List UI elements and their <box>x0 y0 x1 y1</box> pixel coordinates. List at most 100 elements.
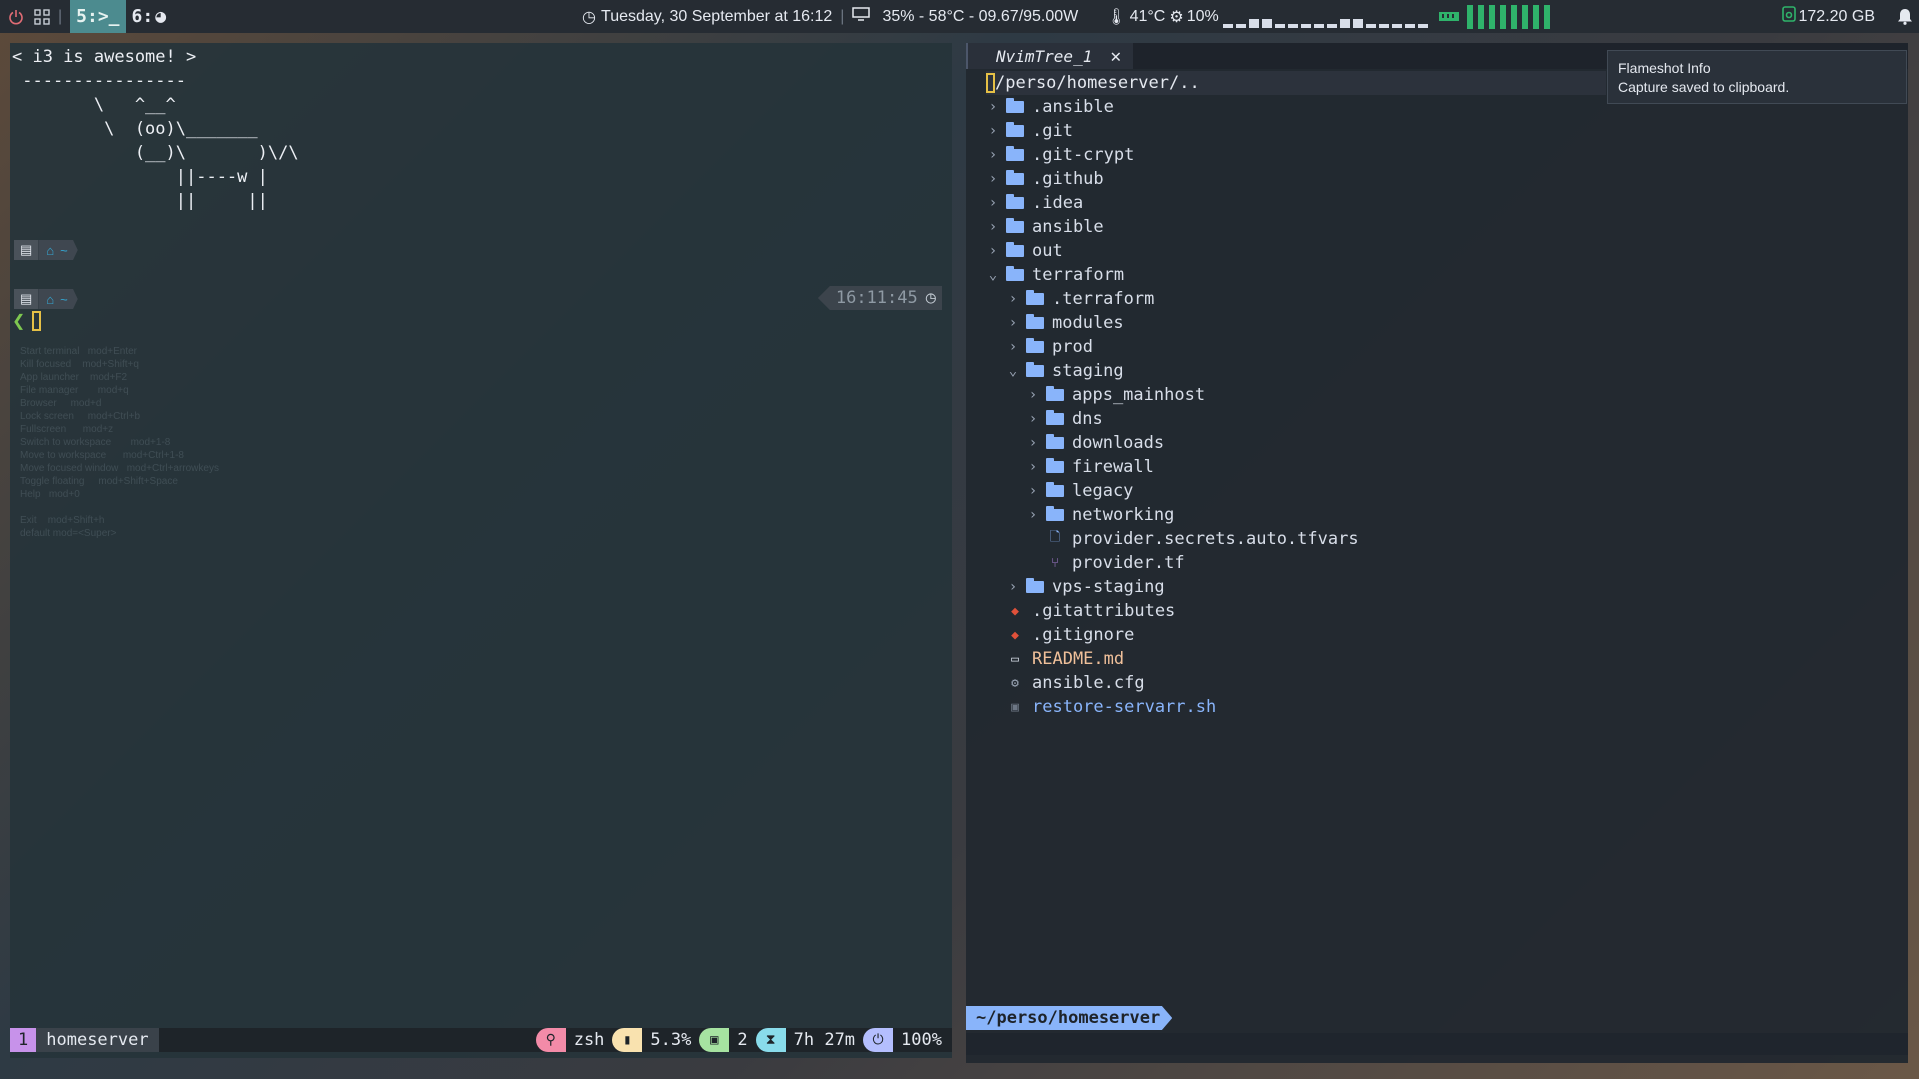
tree-item-name: .ansible <box>1032 97 1114 117</box>
tree-item-name: restore-servarr.sh <box>1032 697 1217 717</box>
clock-icon: ◷ <box>582 8 597 26</box>
tree-file[interactable]: ▣ restore-servarr.sh <box>986 695 1606 719</box>
tree-file[interactable]: ◆ .gitattributes <box>986 599 1606 623</box>
chevron-right-icon: › <box>1008 315 1018 331</box>
cpu-graph-bar <box>1326 23 1337 28</box>
tmux-session-name[interactable]: homeserver <box>36 1028 159 1052</box>
tree-item-name: provider.secrets.auto.tfvars <box>1072 529 1359 549</box>
folder-icon <box>1006 194 1024 209</box>
memory-bar <box>1510 4 1517 29</box>
tree-folder[interactable]: › firewall <box>986 455 1606 479</box>
folder-icon <box>1026 578 1044 593</box>
tree-item-name: staging <box>1052 361 1124 381</box>
prompt-path-text: ~ <box>60 242 68 258</box>
tree-item-name: .gitignore <box>1032 625 1135 645</box>
nvim-pane[interactable]: NvimTree_1 ✕ /perso/homeserver/.. › .ansi… <box>966 43 1908 1063</box>
chevron-right-icon: › <box>1008 579 1018 595</box>
tree-folder[interactable]: ⌄ staging <box>986 359 1606 383</box>
nvim-cmdline[interactable] <box>966 1033 1908 1055</box>
tree-folder[interactable]: › ansible <box>986 215 1606 239</box>
tree-file[interactable]: ⚙ ansible.cfg <box>986 671 1606 695</box>
gpu-text: 35% - 58°C - 09.67/95.00W <box>882 7 1079 25</box>
apps-grid-icon[interactable] <box>24 0 50 33</box>
tree-file[interactable]: ⑂ provider.tf <box>986 551 1606 575</box>
folder-icon <box>1006 98 1024 113</box>
temperature-text: 41°C <box>1129 7 1166 25</box>
tree-folder[interactable]: › dns <box>986 407 1606 431</box>
tree-folder[interactable]: › apps_mainhost <box>986 383 1606 407</box>
tab-label: NvimTree_1 <box>996 46 1093 66</box>
folder-open-icon <box>1006 266 1024 281</box>
prompt-path: ⌂ ~ <box>38 289 78 309</box>
tree-folder[interactable]: › modules <box>986 311 1606 335</box>
tree-folder[interactable]: › networking <box>986 503 1606 527</box>
os-icon: ▤ <box>14 240 39 260</box>
tree-item-name: ansible <box>1032 217 1104 237</box>
tmux-uptime: 7h 27m <box>793 1030 856 1050</box>
tree-folder[interactable]: › prod <box>986 335 1606 359</box>
tmux-window-number[interactable]: 1 <box>10 1028 37 1052</box>
tree-item-name: README.md <box>1032 649 1125 669</box>
tmux-panes: 2 <box>737 1030 748 1050</box>
terminal-pane[interactable]: < i3 is awesome! > ---------------- \ ^_… <box>10 43 952 1058</box>
tree-folder[interactable]: › .git-crypt <box>986 143 1606 167</box>
cpu-graph-bar <box>1248 18 1259 28</box>
cpu-graph-bar <box>1378 23 1389 28</box>
chevron-down-icon: ⌄ <box>988 267 998 283</box>
tree-item-name: downloads <box>1072 433 1165 453</box>
tree-item-name: vps-staging <box>1052 577 1165 597</box>
top-bar: | 5:>_ 6: ◕ ◷ Tuesday, 30 September at 16… <box>0 0 1919 33</box>
nvim-statusline: ~/perso/homeserver <box>966 1006 1173 1030</box>
cpu-graph-bar <box>1391 23 1402 28</box>
workspace-5[interactable]: 5:>_ <box>70 0 126 33</box>
memory-bar <box>1532 4 1539 29</box>
tree-folder[interactable]: › .github <box>986 167 1606 191</box>
memory-bar <box>1521 4 1528 29</box>
tree-folder[interactable]: ⌄ terraform <box>986 263 1606 287</box>
tree-file[interactable]: ◆ .gitignore <box>986 623 1606 647</box>
tab-nvimtree[interactable]: NvimTree_1 ✕ <box>966 43 1134 69</box>
tree-item-name: .git-crypt <box>1032 145 1135 165</box>
tree-item-name: firewall <box>1072 457 1154 477</box>
notification-popup[interactable]: Flameshot Info Capture saved to clipboar… <box>1607 50 1907 104</box>
prompt-path-text: ~ <box>60 291 68 307</box>
tree-folder[interactable]: › .terraform <box>986 287 1606 311</box>
cpu-graph-bar <box>1365 23 1376 28</box>
tree-folder[interactable]: › .ansible <box>986 95 1606 119</box>
folder-icon <box>1006 242 1024 257</box>
tree-folder[interactable]: › .git <box>986 119 1606 143</box>
memory-bar <box>1543 4 1550 29</box>
tree-file[interactable]: 🗋 provider.secrets.auto.tfvars <box>986 527 1606 551</box>
chevron-right-icon: › <box>1028 411 1038 427</box>
chevron-right-icon: › <box>1008 339 1018 355</box>
tree-item-name: ansible.cfg <box>1032 673 1145 693</box>
folder-icon <box>1006 218 1024 233</box>
cpu-graph-bar <box>1235 23 1246 28</box>
chevron-right-icon: › <box>1028 435 1038 451</box>
tree-folder[interactable]: › legacy <box>986 479 1606 503</box>
chevron-right-icon: › <box>1008 291 1018 307</box>
cpu-graph-bar <box>1274 23 1285 28</box>
tree-item-name: provider.tf <box>1072 553 1185 573</box>
close-icon[interactable]: ✕ <box>1110 46 1121 67</box>
temperature-module: 🌡︎ 41°C <box>1106 0 1165 33</box>
notification-title: Flameshot Info <box>1618 60 1711 76</box>
tree-file[interactable]: ▭ README.md <box>986 647 1606 671</box>
tree-folder[interactable]: › vps-staging <box>986 575 1606 599</box>
folder-icon <box>1006 170 1024 185</box>
tree-folder[interactable]: › out <box>986 239 1606 263</box>
chevron-right-icon: › <box>1028 459 1038 475</box>
gear-icon: ⚙ <box>1011 675 1019 691</box>
bell-icon[interactable] <box>1897 0 1913 33</box>
separator: | <box>840 7 845 25</box>
nvim-tree[interactable]: /perso/homeserver/.. › .ansible › .git › .git… <box>986 71 1606 719</box>
power-icon[interactable] <box>0 0 24 33</box>
plug-icon: ⏻ <box>863 1028 894 1052</box>
tree-folder[interactable]: › downloads <box>986 431 1606 455</box>
cpu-graph <box>1222 6 1431 28</box>
workspace-6[interactable]: 6: ◕ <box>126 0 173 33</box>
chevron-down-icon: ⌄ <box>1008 363 1018 379</box>
tree-folder[interactable]: › .idea <box>986 191 1606 215</box>
cpu-icon: ▮ <box>612 1028 643 1052</box>
tree-root[interactable]: /perso/homeserver/.. <box>986 71 1606 95</box>
